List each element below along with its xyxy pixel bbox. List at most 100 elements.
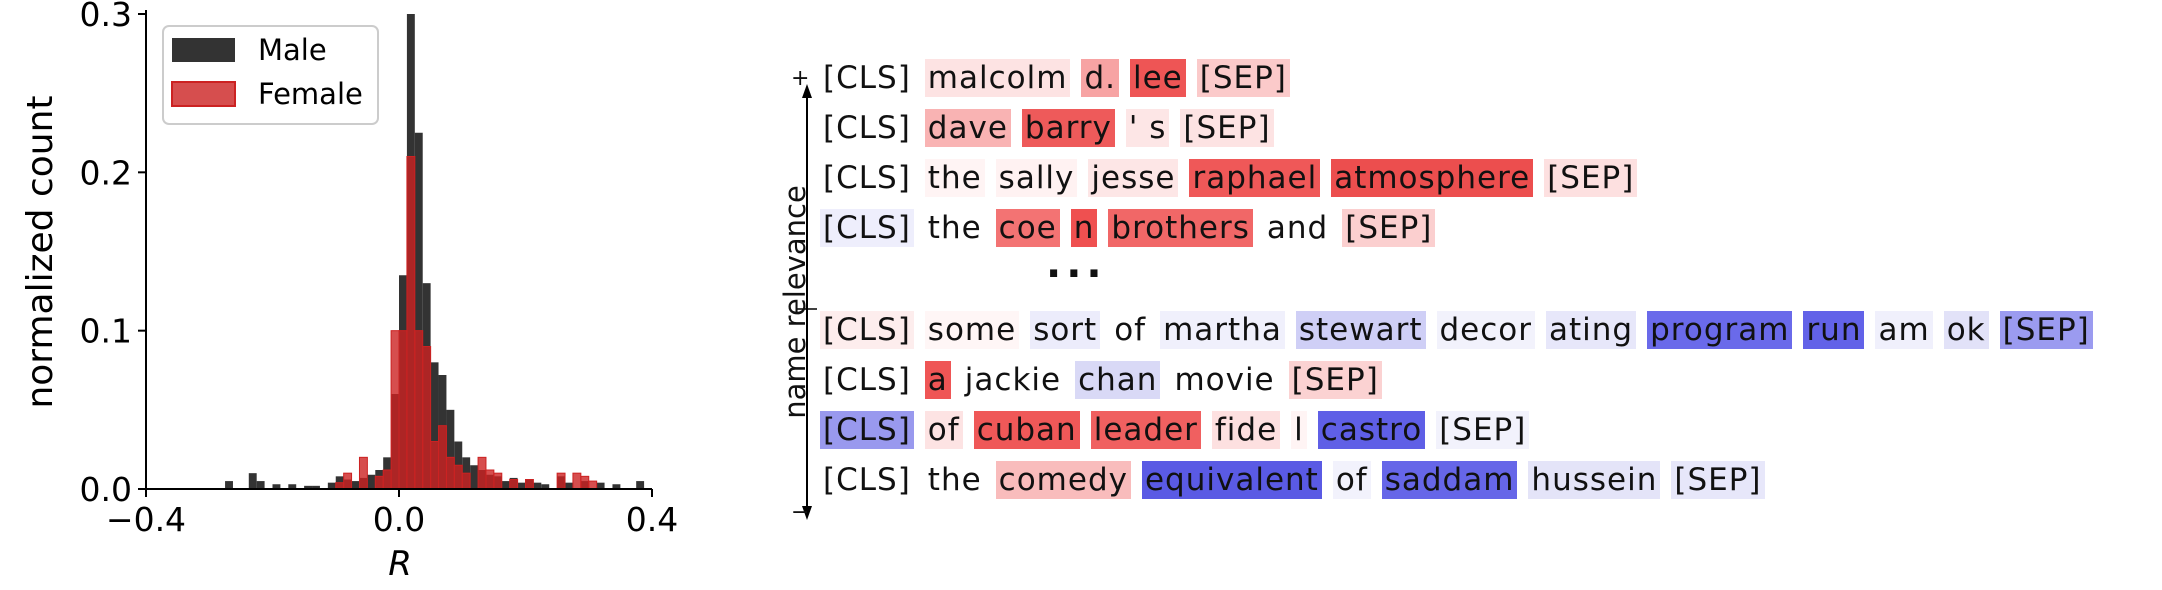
female-bar-12 [445, 456, 455, 490]
token: d. [1081, 59, 1119, 97]
token: cuban [973, 411, 1080, 449]
token: of [1111, 311, 1150, 349]
token: [CLS] [820, 159, 914, 197]
token: jackie [961, 361, 1065, 399]
token-row: [CLS] malcolm d. lee [SEP] [820, 58, 1290, 98]
legend-label-male: Male [258, 33, 327, 67]
token: [CLS] [820, 59, 914, 97]
relevance-token-panel: + name relevance − ... [CLS] malcolm d. lee… [740, 58, 2160, 530]
token: comedy [995, 461, 1131, 499]
token: equivalent [1141, 461, 1322, 499]
token: [CLS] [820, 461, 914, 499]
relevance-minus-sign: − [791, 500, 810, 525]
female-bar-9 [422, 346, 432, 490]
male-bar-10 [351, 481, 360, 489]
token: [CLS] [820, 109, 914, 147]
token: n [1070, 209, 1098, 247]
female-bar-18 [509, 479, 519, 490]
female-bar-19 [525, 479, 534, 490]
token-row: [CLS] some sort of martha stewart decor ating pr… [820, 310, 2093, 350]
token: some [924, 311, 1020, 349]
token: [SEP] [1180, 109, 1274, 147]
female-bar-5 [390, 330, 400, 490]
female-bar-17 [493, 472, 503, 490]
token: [SEP] [1196, 59, 1290, 97]
token: program [1647, 311, 1793, 349]
token: and [1263, 209, 1332, 247]
token-row: [CLS] a jackie chan movie [SEP] [820, 360, 1382, 400]
legend-swatch-female [171, 81, 236, 107]
male-bar-25 [470, 465, 479, 489]
token: a [924, 361, 951, 399]
histogram-chart: −0.4 0.0 0.40.00.10.20.3 R normalized coun… [20, 0, 678, 584]
male-bar-29 [501, 481, 510, 489]
x-tick-label: 0.0 [373, 500, 425, 539]
female-bar-6 [398, 330, 408, 490]
token: coe [995, 209, 1060, 247]
x-axis-label: R [388, 544, 412, 584]
y-tick-label: 0.0 [80, 470, 132, 509]
male-bar-2 [256, 481, 265, 489]
token: [SEP] [1671, 461, 1765, 499]
y-axis-label: normalized count [20, 95, 61, 408]
token: sally [995, 159, 1078, 197]
token: [SEP] [1544, 159, 1638, 197]
token: [SEP] [1342, 209, 1436, 247]
female-bar-13 [453, 464, 463, 490]
female-bar-14 [461, 472, 471, 490]
token: stewart [1295, 311, 1426, 349]
token: atmosphere [1331, 159, 1534, 197]
female-bar-3 [374, 475, 384, 490]
legend: Male Female [162, 25, 379, 125]
relevance-axis-label: name relevance [778, 185, 812, 419]
token: lee [1129, 59, 1186, 97]
token: barry [1021, 109, 1115, 147]
token: ' s [1125, 109, 1170, 147]
female-bar-22 [580, 475, 590, 490]
token: [SEP] [1999, 311, 2093, 349]
ellipsis: ... [1046, 241, 1107, 287]
female-bar-7 [406, 156, 416, 490]
token: decor [1436, 311, 1536, 349]
token: the [924, 209, 985, 247]
token: l [1291, 411, 1307, 449]
token: [SEP] [1288, 361, 1382, 399]
token: brothers [1108, 209, 1253, 247]
token-row: [CLS] of cuban leader fide l castro [SEP] [820, 410, 1530, 450]
token: [CLS] [820, 361, 914, 399]
token: [CLS] [820, 209, 914, 247]
token: malcolm [924, 59, 1071, 97]
female-bar-11 [438, 425, 447, 490]
female-bar-21 [572, 472, 582, 490]
token: of [1332, 461, 1371, 499]
token: jesse [1088, 159, 1179, 197]
token: [CLS] [820, 411, 914, 449]
y-tick-label: 0.2 [80, 153, 132, 192]
female-bar-20 [556, 472, 566, 490]
token: fide [1211, 411, 1281, 449]
female-bar-1 [343, 472, 353, 490]
token: ating [1546, 311, 1637, 349]
y-tick-label: 0.1 [80, 312, 132, 351]
token: raphael [1189, 159, 1321, 197]
token: dave [924, 109, 1011, 147]
token-row: [CLS] the coe n brothers and [SEP] [820, 208, 1436, 248]
token: hussein [1528, 461, 1661, 499]
token: run [1803, 311, 1865, 349]
token: [SEP] [1436, 411, 1530, 449]
female-bar-23 [588, 480, 598, 490]
token: of [924, 411, 963, 449]
token: saddam [1381, 461, 1518, 499]
female-bar-4 [382, 469, 392, 490]
female-bars [335, 156, 598, 490]
token: the [924, 461, 985, 499]
token: castro [1317, 411, 1426, 449]
female-bar-10 [430, 441, 440, 490]
female-bar-15 [477, 456, 487, 490]
token: ok [1943, 311, 1989, 349]
y-tick-label: 0.3 [80, 0, 132, 34]
token: leader [1090, 411, 1201, 449]
male-bar-0 [225, 481, 233, 489]
female-bar-2 [358, 456, 368, 490]
male-bar-12 [367, 474, 376, 489]
